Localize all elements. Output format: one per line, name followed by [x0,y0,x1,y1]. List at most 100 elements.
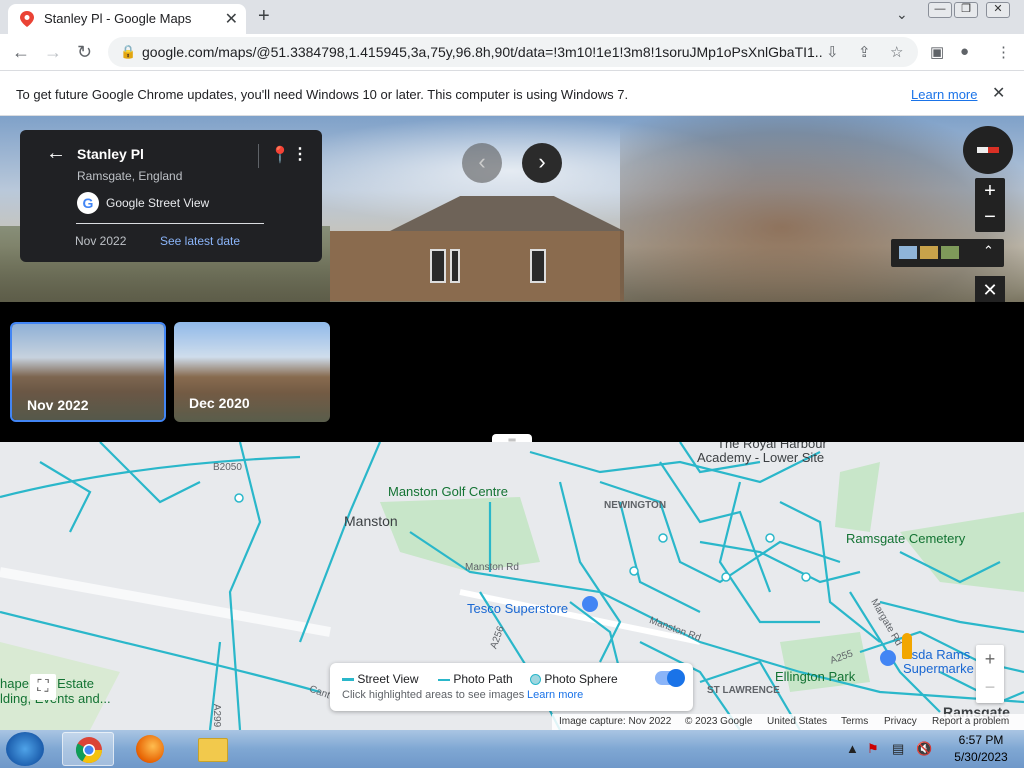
action-center-icon[interactable]: ⚑ [867,741,879,757]
minimize-button[interactable]: — [928,2,952,18]
street-view-layer-toggle[interactable] [655,669,685,687]
imagery-thumbnails[interactable]: ⌃ [891,239,1004,267]
zoom-in-button[interactable]: + [975,178,1005,205]
time-travel-strip: Nov 2022 Dec 2020 [0,302,1024,442]
google-logo-icon: G [77,192,99,214]
forward-arrow-icon[interactable]: → [44,42,62,63]
privacy-link[interactable]: Privacy [884,716,917,727]
place-title: Stanley Pl [77,146,144,162]
tab-search-chevron-icon[interactable]: ⌄ [896,6,908,23]
taskbar-firefox-button[interactable] [124,732,176,766]
windows-taskbar: ▲ ⚑ ▤ 🔇 6:57 PM 5/30/2023 [0,730,1024,768]
legend-hint: Click highlighted areas to see images [342,689,525,701]
image-capture-date: Image capture: Nov 2022 [559,716,672,727]
provider-label: Google Street View [106,196,210,210]
legend-learn-more-link[interactable]: Learn more [527,689,583,701]
map-label-manston-rd: Manston Rd [465,562,519,573]
taskbar-chrome-button[interactable] [62,732,114,766]
house-window [430,249,446,283]
infobar-learn-more-link[interactable]: Learn more [911,87,977,102]
side-panel-icon[interactable]: ▣ [930,43,944,61]
date-thumbnail[interactable]: Dec 2020 [174,322,330,422]
see-latest-date-link[interactable]: See latest date [160,234,240,248]
compass-icon[interactable] [963,126,1013,174]
close-street-view-button[interactable]: ✕ [975,276,1005,304]
house-window [530,249,546,283]
tray-expand-icon[interactable]: ▲ [846,741,859,756]
tab-close-icon[interactable]: ✕ [225,9,238,29]
streetview-zoom-control: + − [975,178,1005,232]
terms-link[interactable]: Terms [841,716,868,727]
map-label-tesco[interactable]: Tesco Superstore [467,601,568,616]
browser-tab[interactable]: Stanley Pl - Google Maps ✕ [8,4,246,34]
map-label-cemetery[interactable]: Ramsgate Cemetery [846,531,965,546]
back-arrow-icon[interactable]: ← [46,142,66,165]
restore-button[interactable]: ❐ [954,2,978,18]
map-label-b2050: B2050 [213,462,242,473]
network-icon[interactable]: ▤ [892,741,904,757]
date-thumbnail-label: Dec 2020 [189,395,250,411]
thumbnail-image[interactable] [899,246,917,259]
pegman-icon[interactable] [902,633,912,659]
url-text[interactable]: google.com/maps/@51.3384798,1.415945,3a,… [142,44,822,60]
firefox-icon [136,735,164,763]
share-icon[interactable]: ⇪ [858,43,871,61]
shopping-cart-icon[interactable] [582,596,598,612]
google-maps-favicon-icon [20,11,34,27]
infobar-message: To get future Google Chrome updates, you… [16,87,629,102]
map-label-st-lawrence: ST LAWRENCE [707,685,780,696]
next-arrow-button[interactable]: › [522,143,562,183]
volume-muted-icon[interactable]: 🔇 [916,741,932,757]
clock-date: 5/30/2023 [954,750,1008,764]
map-label-ellington-park[interactable]: Ellington Park [775,669,855,684]
map-label-a299: A299 [211,703,223,728]
map-footer: Image capture: Nov 2022 © 2023 Google Un… [552,714,1024,730]
close-window-button[interactable]: ✕ [986,2,1010,18]
map-zoom-out-button[interactable]: − [976,674,1004,703]
reload-icon[interactable]: ↻ [77,42,92,63]
map-label-asda-line1[interactable]: Asda Rams [903,647,970,662]
previous-arrow-button[interactable]: ‹ [462,143,502,183]
house-wall [330,231,624,301]
shopping-cart-icon[interactable] [880,650,896,666]
report-problem-link[interactable]: Report a problem [932,716,1009,727]
taskbar-explorer-button[interactable] [186,732,238,766]
chrome-menu-icon[interactable]: ⋮ [996,43,1011,61]
infobar-close-icon[interactable]: ✕ [992,83,1005,103]
date-thumbnail-label: Nov 2022 [27,397,89,413]
new-tab-button[interactable]: + [258,5,270,28]
card-divider [76,223,264,224]
country-link[interactable]: United States [767,716,827,727]
dashed-line-icon [438,678,450,681]
expand-chevron-icon[interactable]: ⌃ [983,243,994,259]
map-zoom-control: + − [976,645,1004,703]
thumbnail-image[interactable] [920,246,938,259]
map-label-golf-centre[interactable]: Manston Golf Centre [388,484,508,499]
photo-sphere-icon [530,674,541,686]
map-zoom-in-button[interactable]: + [976,645,1004,674]
legend-photo-sphere-label: Photo Sphere [544,672,618,686]
lock-icon: 🔒 [120,44,137,59]
zoom-out-button[interactable]: − [975,205,1005,232]
browser-toolbar: ← → ↻ 🔒 google.com/maps/@51.3384798,1.41… [0,34,1024,70]
date-thumbnail[interactable]: Nov 2022 [10,322,166,422]
legend-photo-path-label: Photo Path [453,672,513,686]
address-bar[interactable]: 🔒 google.com/maps/@51.3384798,1.415945,3… [108,37,918,67]
bookmark-star-icon[interactable]: ☆ [890,43,903,61]
collapse-map-icon[interactable]: ⛶ [30,674,56,700]
back-arrow-icon[interactable]: ← [12,42,30,63]
taskbar-clock[interactable]: 6:57 PM 5/30/2023 [946,733,1016,764]
update-infobar: To get future Google Chrome updates, you… [0,70,1024,116]
location-pin-icon[interactable]: 📍 [270,145,290,165]
legend-street-view: Street View [342,672,419,686]
capture-date: Nov 2022 [75,234,127,248]
profile-avatar-icon[interactable]: ● [960,43,969,60]
folder-icon [198,738,228,762]
place-subtitle: Ramsgate, England [77,169,183,183]
thumbnail-image[interactable] [941,246,959,259]
more-options-icon[interactable]: ⋮ [292,144,308,164]
clock-time: 6:57 PM [958,733,1004,747]
install-app-icon[interactable]: ⇩ [826,43,839,61]
map-label-asda-line2[interactable]: Supermarke [903,661,974,676]
windows-start-button[interactable] [6,732,44,766]
